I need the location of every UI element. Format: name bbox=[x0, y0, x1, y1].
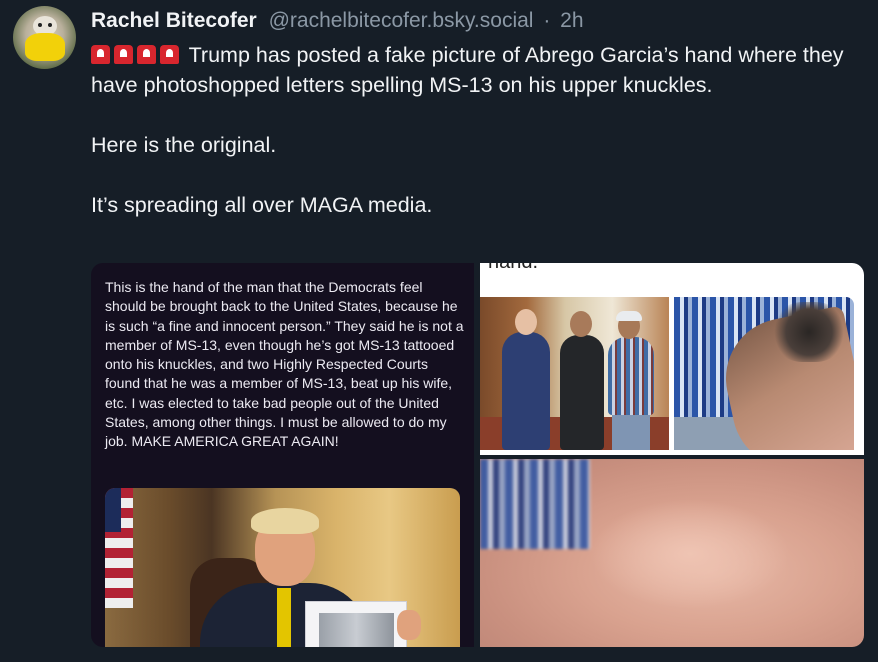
flag-canton bbox=[105, 488, 121, 532]
person-plaid-shirt bbox=[608, 337, 654, 415]
header-separator: · bbox=[543, 9, 551, 32]
post-paragraph-2: Here is the original. bbox=[91, 133, 277, 157]
author-handle[interactable]: @rachelbitecofer.bsky.social bbox=[269, 9, 534, 32]
trump-oval-office-photo bbox=[105, 488, 460, 647]
knuckle-highlight bbox=[590, 499, 790, 609]
person-head bbox=[570, 311, 592, 337]
avatar-dog-eye bbox=[48, 23, 52, 27]
media-grid[interactable]: This is the hand of the man that the Dem… bbox=[91, 263, 864, 647]
siren-icon bbox=[114, 45, 133, 64]
avatar[interactable] bbox=[13, 6, 76, 69]
tattoo bbox=[774, 302, 844, 362]
siren-icon bbox=[91, 45, 110, 64]
person-jeans bbox=[612, 415, 650, 450]
hair bbox=[251, 508, 319, 534]
author-display-name[interactable]: Rachel Bitecofer bbox=[91, 9, 257, 32]
post-paragraph-3: It’s spreading all over MAGA media. bbox=[91, 193, 433, 217]
post[interactable]: Rachel Bitecofer @rachelbitecofer.bsky.s… bbox=[0, 0, 878, 662]
person-head bbox=[515, 309, 537, 335]
media-image-original-photos[interactable]: hand. bbox=[480, 263, 864, 455]
arm-tattoo-photo bbox=[674, 297, 854, 450]
tie bbox=[277, 588, 291, 647]
post-text: Trump has posted a fake picture of Abreg… bbox=[91, 40, 861, 220]
post-paragraph-1: Trump has posted a fake picture of Abreg… bbox=[91, 40, 861, 100]
cut-off-text: hand. bbox=[488, 263, 538, 274]
siren-icon bbox=[160, 45, 179, 64]
siren-icon bbox=[137, 45, 156, 64]
avatar-raincoat bbox=[25, 33, 65, 61]
post-timestamp[interactable]: 2h bbox=[560, 9, 583, 32]
image-caption-text: This is the hand of the man that the Dem… bbox=[105, 279, 464, 450]
plaid-shirt-blur bbox=[480, 459, 590, 549]
person-suit-blue bbox=[502, 332, 550, 450]
held-paper-image bbox=[319, 613, 394, 647]
person-suit-black bbox=[560, 335, 604, 450]
hand bbox=[397, 610, 421, 640]
handshake-photo bbox=[480, 297, 669, 450]
post-text-line-1: Trump has posted a fake picture of Abreg… bbox=[91, 43, 844, 97]
post-header: Rachel Bitecofer @rachelbitecofer.bsky.s… bbox=[91, 8, 584, 34]
media-image-knuckle-closeup[interactable] bbox=[480, 459, 864, 647]
avatar-dog-eye bbox=[38, 23, 42, 27]
person-cap bbox=[616, 311, 642, 321]
media-image-trump-post[interactable]: This is the hand of the man that the Dem… bbox=[91, 263, 474, 647]
